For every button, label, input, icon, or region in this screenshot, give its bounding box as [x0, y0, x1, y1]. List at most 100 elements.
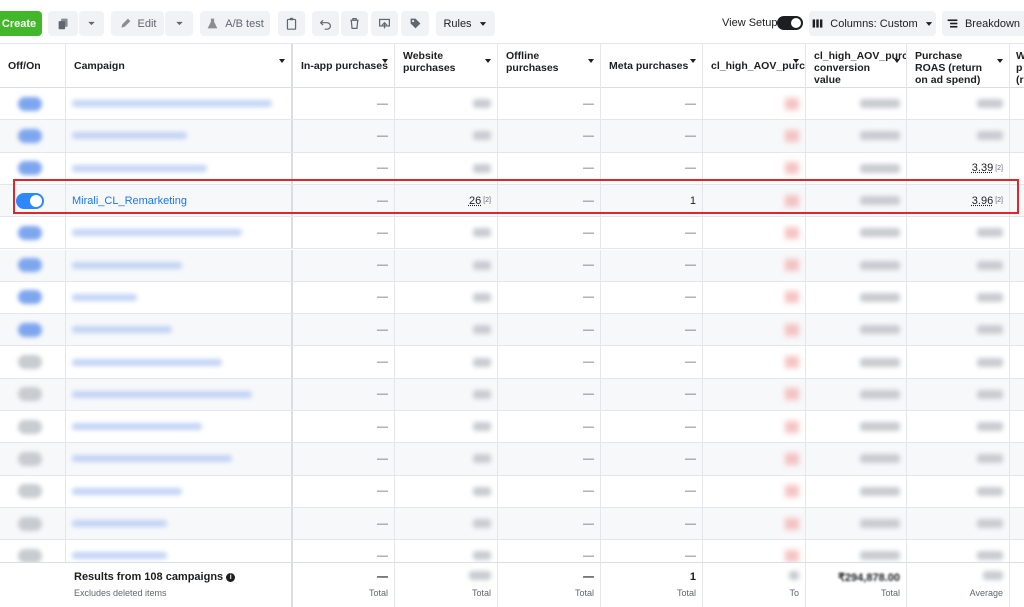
offline-cell: — [498, 476, 601, 507]
campaign-toggle[interactable] [18, 355, 42, 369]
campaign-link[interactable] [72, 165, 207, 172]
campaign-toggle[interactable] [18, 420, 42, 434]
campaign-toggle[interactable] [18, 290, 42, 304]
campaign-toggle[interactable] [18, 97, 42, 111]
website-cell [395, 314, 498, 345]
table-row[interactable]: Mirali_CL_Remarketing —26 [2] —1 3.96 [2] [0, 185, 1024, 217]
col-cl-high-aov-value[interactable]: cl_high_AOV_purc conversion value [806, 44, 907, 88]
table-row[interactable]: — — — [0, 120, 1024, 152]
redacted-value [860, 164, 900, 173]
col-purchase-roas[interactable]: Purchase ROAS (return on ad spend) [907, 44, 1010, 88]
cl-high-value-cell [806, 346, 907, 377]
campaign-cell [66, 250, 293, 281]
table-row[interactable]: — — — [0, 476, 1024, 508]
table-row[interactable]: — — — [0, 217, 1024, 249]
campaign-link[interactable] [72, 229, 242, 236]
website-cell: 26 [2] [395, 185, 498, 216]
info-icon[interactable]: i [226, 573, 235, 582]
roas-value[interactable]: 3.39 [972, 162, 993, 174]
cl-high-value-cell [806, 314, 907, 345]
table-footer: Results from 108 campaigns i Excludes del… [0, 562, 1024, 607]
campaign-link[interactable] [72, 455, 232, 462]
col-website-purchases[interactable]: Website purchases [395, 44, 498, 88]
table-row[interactable]: — — — [0, 88, 1024, 120]
clipboard-button[interactable] [278, 11, 305, 36]
col-off-on[interactable]: Off/On [0, 44, 66, 88]
rules-button[interactable]: Rules [436, 11, 495, 36]
attribution-mark: [2] [995, 165, 1003, 172]
col-campaign[interactable]: Campaign [66, 44, 293, 88]
columns-button[interactable]: Columns: Custom [809, 11, 936, 36]
chevron-down-icon [478, 19, 488, 29]
meta-cell: — [601, 282, 703, 313]
redacted-value [977, 99, 1003, 108]
meta-cell: — [601, 250, 703, 281]
campaign-link[interactable] [72, 262, 182, 269]
campaign-toggle[interactable] [18, 517, 42, 531]
ab-test-button[interactable]: A/B test [200, 11, 270, 36]
table-row[interactable]: — — — [0, 508, 1024, 540]
redacted-value [469, 571, 491, 580]
create-button[interactable]: Create [0, 11, 42, 36]
in-app-cell: — [293, 314, 395, 345]
campaign-link[interactable]: Mirali_CL_Remarketing [72, 195, 187, 207]
campaign-toggle[interactable] [18, 161, 42, 175]
roas-value[interactable]: 3.96 [972, 195, 993, 207]
campaign-link[interactable] [72, 488, 182, 495]
sort-caret-icon [382, 59, 388, 63]
campaign-link[interactable] [72, 132, 187, 139]
table-row[interactable]: — — — [0, 282, 1024, 314]
tag-button[interactable] [401, 11, 429, 36]
delete-button[interactable] [341, 11, 368, 36]
campaign-link[interactable] [72, 423, 202, 430]
footer-roas: Average [907, 563, 1010, 607]
table-row[interactable]: — — — [0, 411, 1024, 443]
campaign-toggle[interactable] [18, 258, 42, 272]
campaign-link[interactable] [72, 326, 172, 333]
campaign-link[interactable] [72, 520, 167, 527]
campaign-toggle[interactable] [18, 387, 42, 401]
col-in-app-purchases[interactable]: In-app purchases [293, 44, 395, 88]
cl-high-value-cell [806, 120, 907, 151]
campaign-toggle[interactable] [18, 549, 42, 563]
campaign-link[interactable] [72, 359, 222, 366]
sort-caret-icon [997, 59, 1003, 63]
campaign-toggle[interactable] [18, 452, 42, 466]
table-row[interactable]: — — — [0, 346, 1024, 378]
campaign-toggle[interactable] [18, 226, 42, 240]
col-meta-purchases[interactable]: Meta purchases [601, 44, 703, 88]
duplicate-dropdown-button[interactable] [79, 11, 104, 36]
campaign-toggle[interactable] [18, 129, 42, 143]
edit-button[interactable]: Edit [111, 11, 164, 36]
table-row[interactable]: — — — [0, 379, 1024, 411]
col-cl-high-aov[interactable]: cl_high_AOV_purc [703, 44, 806, 88]
table-row[interactable]: — — — [0, 314, 1024, 346]
in-app-cell: — [293, 411, 395, 442]
campaign-toggle[interactable] [18, 484, 42, 498]
breakdown-button[interactable]: Breakdown [942, 11, 1024, 36]
campaign-link[interactable] [72, 294, 137, 301]
in-app-cell: — [293, 346, 395, 377]
edit-dropdown-button[interactable] [165, 11, 193, 36]
campaign-toggle[interactable] [18, 323, 42, 337]
website-value[interactable]: 26 [469, 195, 481, 207]
campaign-toggle[interactable] [16, 193, 44, 209]
export-icon [378, 17, 391, 30]
campaign-link[interactable] [72, 391, 252, 398]
undo-button[interactable] [312, 11, 339, 36]
campaign-link[interactable] [72, 100, 272, 107]
view-setup-toggle[interactable] [777, 16, 803, 30]
cl-high-cell [703, 217, 806, 248]
table-row[interactable]: — — —3.39 [2] [0, 153, 1024, 185]
chevron-down-icon [924, 19, 934, 29]
col-next[interactable]: W p (r [1010, 44, 1024, 88]
meta-cell: — [601, 476, 703, 507]
table-row[interactable]: — — — [0, 250, 1024, 282]
offline-cell: — [498, 346, 601, 377]
duplicate-button[interactable] [48, 11, 78, 36]
export-button[interactable] [371, 11, 398, 36]
table-row[interactable]: — — — [0, 443, 1024, 475]
col-offline-purchases[interactable]: Offline purchases [498, 44, 601, 88]
campaign-link[interactable] [72, 552, 167, 559]
redacted-value [785, 550, 799, 562]
